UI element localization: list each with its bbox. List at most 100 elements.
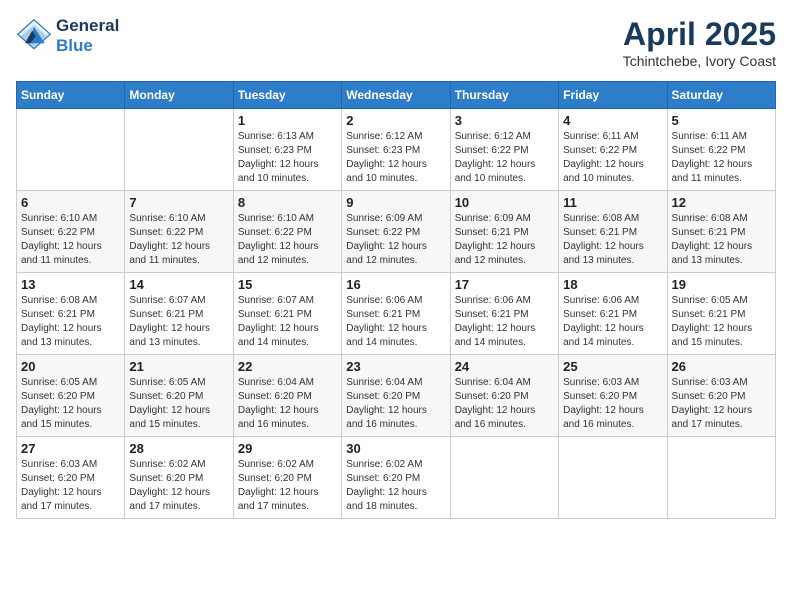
calendar-week-row: 20 Sunrise: 6:05 AM Sunset: 6:20 PM Dayli…	[17, 355, 776, 437]
weekday-header: Monday	[125, 82, 233, 109]
day-number: 16	[346, 277, 445, 292]
calendar-cell: 17 Sunrise: 6:06 AM Sunset: 6:21 PM Dayli…	[450, 273, 558, 355]
day-info: Sunrise: 6:04 AM Sunset: 6:20 PM Dayligh…	[238, 376, 337, 432]
day-number: 22	[238, 359, 337, 374]
weekday-header: Friday	[559, 82, 667, 109]
day-number: 25	[563, 359, 662, 374]
day-number: 8	[238, 195, 337, 210]
calendar-cell: 5 Sunrise: 6:11 AM Sunset: 6:22 PM Daylig…	[667, 109, 775, 191]
calendar-cell: 1Sunrise: 6:13 AM Sunset: 6:23 PM Daylig…	[233, 109, 341, 191]
calendar-cell: 3 Sunrise: 6:12 AM Sunset: 6:22 PM Daylig…	[450, 109, 558, 191]
calendar-cell: 24Sunrise: 6:04 AM Sunset: 6:20 PM Dayli…	[450, 355, 558, 437]
day-info: Sunrise: 6:04 AM Sunset: 6:20 PM Dayligh…	[346, 376, 445, 432]
calendar-cell: 9 Sunrise: 6:09 AM Sunset: 6:22 PM Daylig…	[342, 191, 450, 273]
day-number: 7	[129, 195, 228, 210]
calendar-cell: 16 Sunrise: 6:06 AM Sunset: 6:21 PM Dayli…	[342, 273, 450, 355]
day-info: Sunrise: 6:06 AM Sunset: 6:21 PM Dayligh…	[563, 294, 662, 350]
day-info: Sunrise: 6:06 AM Sunset: 6:21 PM Dayligh…	[455, 294, 554, 350]
day-number: 30	[346, 441, 445, 456]
day-number: 17	[455, 277, 554, 292]
calendar-cell: 27Sunrise: 6:03 AM Sunset: 6:20 PM Dayli…	[17, 437, 125, 519]
calendar-week-row: 6Sunrise: 6:10 AM Sunset: 6:22 PM Daylig…	[17, 191, 776, 273]
day-info: Sunrise: 6:09 AM Sunset: 6:22 PM Dayligh…	[346, 212, 445, 268]
day-info: Sunrise: 6:03 AM Sunset: 6:20 PM Dayligh…	[21, 458, 120, 514]
calendar-cell	[667, 437, 775, 519]
day-info: Sunrise: 6:02 AM Sunset: 6:20 PM Dayligh…	[238, 458, 337, 514]
day-info: Sunrise: 6:05 AM Sunset: 6:21 PM Dayligh…	[672, 294, 771, 350]
day-number: 10	[455, 195, 554, 210]
day-number: 19	[672, 277, 771, 292]
calendar-week-row: 1Sunrise: 6:13 AM Sunset: 6:23 PM Daylig…	[17, 109, 776, 191]
calendar-cell: 18 Sunrise: 6:06 AM Sunset: 6:21 PM Dayli…	[559, 273, 667, 355]
weekday-header: Wednesday	[342, 82, 450, 109]
day-info: Sunrise: 6:06 AM Sunset: 6:21 PM Dayligh…	[346, 294, 445, 350]
day-info: Sunrise: 6:12 AM Sunset: 6:22 PM Dayligh…	[455, 130, 554, 186]
weekday-header: Tuesday	[233, 82, 341, 109]
day-number: 26	[672, 359, 771, 374]
calendar-cell	[17, 109, 125, 191]
weekday-header: Sunday	[17, 82, 125, 109]
day-number: 20	[21, 359, 120, 374]
day-number: 28	[129, 441, 228, 456]
calendar-cell	[125, 109, 233, 191]
calendar-cell: 7Sunrise: 6:10 AM Sunset: 6:22 PM Daylig…	[125, 191, 233, 273]
day-info: Sunrise: 6:08 AM Sunset: 6:21 PM Dayligh…	[21, 294, 120, 350]
day-info: Sunrise: 6:13 AM Sunset: 6:23 PM Dayligh…	[238, 130, 337, 186]
calendar-cell: 10Sunrise: 6:09 AM Sunset: 6:21 PM Dayli…	[450, 191, 558, 273]
day-number: 15	[238, 277, 337, 292]
day-info: Sunrise: 6:07 AM Sunset: 6:21 PM Dayligh…	[238, 294, 337, 350]
calendar-cell: 13Sunrise: 6:08 AM Sunset: 6:21 PM Dayli…	[17, 273, 125, 355]
calendar-cell: 15 Sunrise: 6:07 AM Sunset: 6:21 PM Dayli…	[233, 273, 341, 355]
calendar-cell	[559, 437, 667, 519]
calendar-cell: 20 Sunrise: 6:05 AM Sunset: 6:20 PM Dayli…	[17, 355, 125, 437]
day-info: Sunrise: 6:04 AM Sunset: 6:20 PM Dayligh…	[455, 376, 554, 432]
day-info: Sunrise: 6:08 AM Sunset: 6:21 PM Dayligh…	[563, 212, 662, 268]
logo-text: General Blue	[56, 16, 119, 55]
day-number: 9	[346, 195, 445, 210]
logo-icon	[16, 18, 52, 54]
calendar-cell: 2Sunrise: 6:12 AM Sunset: 6:23 PM Daylig…	[342, 109, 450, 191]
calendar-cell: 26 Sunrise: 6:03 AM Sunset: 6:20 PM Dayli…	[667, 355, 775, 437]
calendar-cell: 19 Sunrise: 6:05 AM Sunset: 6:21 PM Dayli…	[667, 273, 775, 355]
calendar-cell: 21 Sunrise: 6:05 AM Sunset: 6:20 PM Dayli…	[125, 355, 233, 437]
day-info: Sunrise: 6:10 AM Sunset: 6:22 PM Dayligh…	[238, 212, 337, 268]
day-info: Sunrise: 6:05 AM Sunset: 6:20 PM Dayligh…	[21, 376, 120, 432]
page-header: General Blue April 2025 Tchintchebe, Ivo…	[16, 16, 776, 69]
day-number: 21	[129, 359, 228, 374]
calendar-cell: 6Sunrise: 6:10 AM Sunset: 6:22 PM Daylig…	[17, 191, 125, 273]
location: Tchintchebe, Ivory Coast	[623, 53, 776, 69]
calendar-cell: 25 Sunrise: 6:03 AM Sunset: 6:20 PM Dayli…	[559, 355, 667, 437]
day-info: Sunrise: 6:10 AM Sunset: 6:22 PM Dayligh…	[21, 212, 120, 268]
calendar-body: 1Sunrise: 6:13 AM Sunset: 6:23 PM Daylig…	[17, 109, 776, 519]
day-info: Sunrise: 6:05 AM Sunset: 6:20 PM Dayligh…	[129, 376, 228, 432]
calendar-cell: 12Sunrise: 6:08 AM Sunset: 6:21 PM Dayli…	[667, 191, 775, 273]
weekday-header: Thursday	[450, 82, 558, 109]
day-info: Sunrise: 6:02 AM Sunset: 6:20 PM Dayligh…	[346, 458, 445, 514]
day-number: 23	[346, 359, 445, 374]
calendar-cell: 29Sunrise: 6:02 AM Sunset: 6:20 PM Dayli…	[233, 437, 341, 519]
calendar-cell: 8 Sunrise: 6:10 AM Sunset: 6:22 PM Daylig…	[233, 191, 341, 273]
day-info: Sunrise: 6:11 AM Sunset: 6:22 PM Dayligh…	[563, 130, 662, 186]
day-number: 5	[672, 113, 771, 128]
calendar-cell: 30 Sunrise: 6:02 AM Sunset: 6:20 PM Dayli…	[342, 437, 450, 519]
day-number: 14	[129, 277, 228, 292]
calendar-cell	[450, 437, 558, 519]
day-info: Sunrise: 6:11 AM Sunset: 6:22 PM Dayligh…	[672, 130, 771, 186]
calendar-header: SundayMondayTuesdayWednesdayThursdayFrid…	[17, 82, 776, 109]
day-number: 4	[563, 113, 662, 128]
day-number: 18	[563, 277, 662, 292]
calendar-cell: 14Sunrise: 6:07 AM Sunset: 6:21 PM Dayli…	[125, 273, 233, 355]
month-title: April 2025	[623, 16, 776, 53]
day-info: Sunrise: 6:08 AM Sunset: 6:21 PM Dayligh…	[672, 212, 771, 268]
day-info: Sunrise: 6:03 AM Sunset: 6:20 PM Dayligh…	[672, 376, 771, 432]
calendar-week-row: 13Sunrise: 6:08 AM Sunset: 6:21 PM Dayli…	[17, 273, 776, 355]
day-info: Sunrise: 6:02 AM Sunset: 6:20 PM Dayligh…	[129, 458, 228, 514]
day-info: Sunrise: 6:12 AM Sunset: 6:23 PM Dayligh…	[346, 130, 445, 186]
logo: General Blue	[16, 16, 119, 55]
calendar-week-row: 27Sunrise: 6:03 AM Sunset: 6:20 PM Dayli…	[17, 437, 776, 519]
weekday-row: SundayMondayTuesdayWednesdayThursdayFrid…	[17, 82, 776, 109]
day-number: 3	[455, 113, 554, 128]
calendar-cell: 22 Sunrise: 6:04 AM Sunset: 6:20 PM Dayli…	[233, 355, 341, 437]
calendar-cell: 23 Sunrise: 6:04 AM Sunset: 6:20 PM Dayli…	[342, 355, 450, 437]
day-info: Sunrise: 6:03 AM Sunset: 6:20 PM Dayligh…	[563, 376, 662, 432]
